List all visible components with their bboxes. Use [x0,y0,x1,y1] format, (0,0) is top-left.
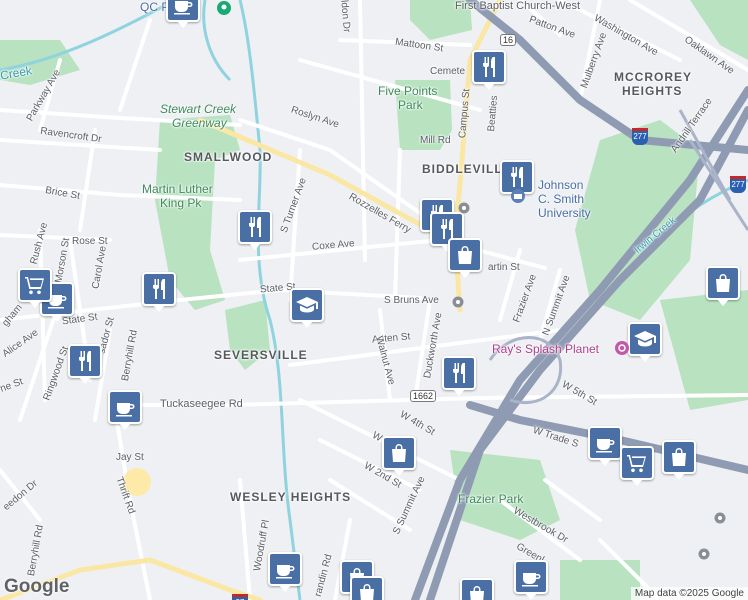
park-label-stewart-creek: Stewart Creek [160,102,237,116]
place-label-rays-splash-planet[interactable]: Ray's Splash Planet [492,342,599,356]
place-marker-icon[interactable] [452,296,464,308]
amusement-park-icon[interactable] [614,340,630,356]
university-icon[interactable] [510,188,526,204]
graduation-cap-icon [296,297,318,313]
place-marker-icon[interactable] [714,512,726,524]
shopping-cart-icon [25,277,44,295]
restaurant-pin[interactable] [142,272,176,312]
cafe-pin[interactable] [166,0,200,28]
interstate-shield-277-b: 277 [730,176,746,193]
grocery-pin[interactable] [620,446,654,486]
park-label-frazier: Frazier Park [458,492,524,506]
restaurant-pin[interactable] [68,344,102,384]
shopping-pin[interactable] [460,578,494,600]
shopping-pin[interactable] [706,266,740,306]
neighborhood-seversville: SEVERSVILLE [214,348,308,362]
park-label-king-pk: King Pk [160,196,202,210]
place-marker-icon[interactable] [216,0,232,16]
street-label-sbruns: S Bruns Ave [384,295,439,306]
coffee-cup-icon [116,403,135,417]
shopping-bag-icon [392,444,406,462]
shopping-bag-icon [458,246,472,264]
shopping-pin[interactable] [448,238,482,278]
graduation-cap-icon [634,331,656,347]
cafe-pin[interactable] [268,552,302,592]
place-label-first-baptist[interactable]: First Baptist Church-West [455,0,580,12]
place-marker-icon[interactable] [458,202,470,214]
restaurant-pin[interactable] [442,356,476,396]
shopping-pin[interactable] [662,440,696,480]
interstate-shield-277-a: 277 [632,128,648,145]
park-label-greenway: Greenway [172,116,227,130]
fork-knife-icon [153,279,165,299]
neighborhood-mccrorey: MCCROREY [614,70,693,84]
cafe-pin[interactable] [514,560,548,600]
coffee-cup-icon [596,439,615,453]
fork-knife-icon [511,167,523,187]
map-canvas[interactable]: Mattoon St Patton Ave Washington Ave Oak… [0,0,748,600]
fork-knife-icon [483,57,495,77]
place-label-jcsu-3[interactable]: University [538,206,591,220]
coffee-cup-icon [522,573,541,587]
park-label-five-points: Five Points [378,84,438,98]
street-label-jay: Jay St [116,452,144,463]
google-logo: Google [4,576,70,597]
restaurant-pin[interactable] [238,210,272,250]
restaurant-pin[interactable] [472,50,506,90]
shopping-pin[interactable] [350,576,384,600]
street-label-martin: artin St [488,262,520,273]
map-attribution[interactable]: Map data ©2025 Google [630,587,748,600]
neighborhood-heights: HEIGHTS [622,84,683,98]
street-label-mill: Mill Rd [420,135,451,146]
shopping-bag-icon [470,586,484,600]
park-label-mlk: Martin Luther [142,182,213,196]
grocery-pin[interactable] [18,268,52,308]
neighborhood-wesley-heights: WESLEY HEIGHTS [230,490,352,504]
shopping-bag-icon [360,584,374,600]
coffee-cup-icon [276,565,295,579]
route-shield-1662: 1662 [410,390,437,402]
cafe-pin[interactable] [588,426,622,466]
place-label-jcsu-1[interactable]: Johnson [538,178,583,192]
shopping-bag-icon [716,274,730,292]
street-label-cemetery: Cemete [430,66,466,77]
neighborhood-smallwood: SMALLWOOD [184,150,273,164]
shopping-bag-icon [672,448,686,466]
street-label-tuckaseegee: Tuckaseegee Rd [160,398,243,410]
neighborhood-biddleville: BIDDLEVILLE [422,162,512,176]
route-shield-16: 16 [500,34,517,46]
coffee-cup-icon [174,1,193,15]
fork-knife-icon [79,351,91,371]
shopping-pin[interactable] [382,436,416,476]
shopping-cart-icon [627,455,646,473]
park-label-park: Park [398,98,423,112]
interstate-shield-27: 27 [232,594,248,600]
cafe-pin[interactable] [108,390,142,430]
place-label-jcsu-2[interactable]: C. Smith [538,192,584,206]
fork-knife-icon [453,363,465,383]
school-pin[interactable] [290,288,324,328]
fork-knife-icon [249,217,261,237]
place-marker-icon[interactable] [698,548,710,560]
school-pin[interactable] [628,322,662,362]
